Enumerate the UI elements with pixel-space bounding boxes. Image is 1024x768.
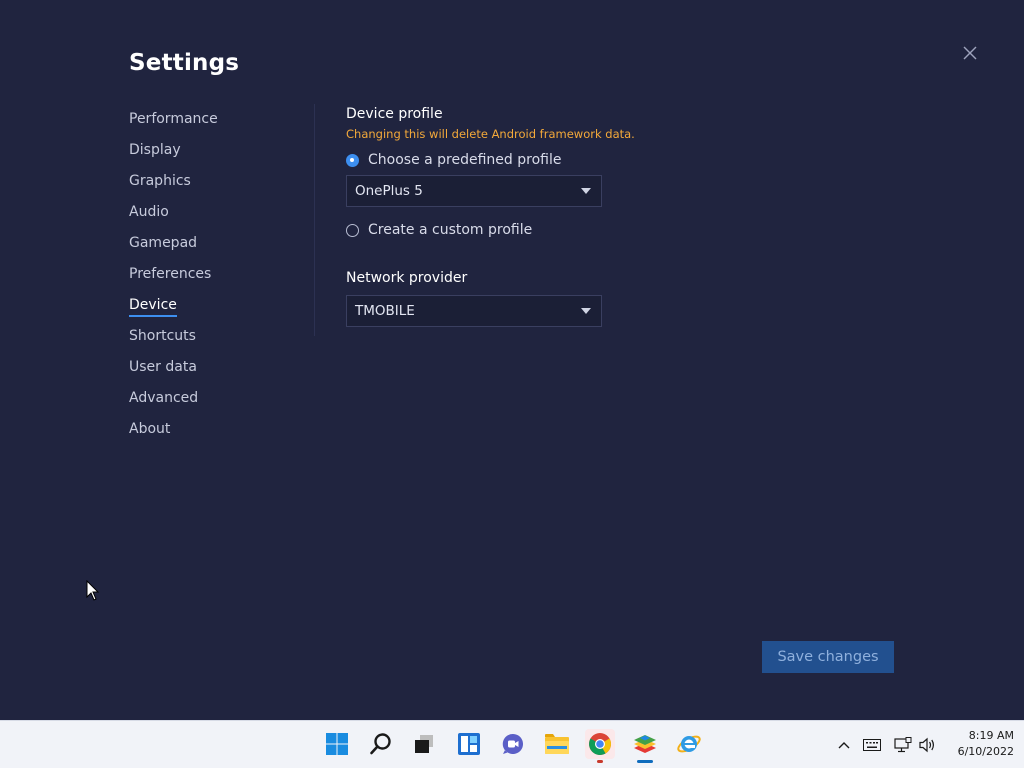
volume-icon bbox=[919, 737, 934, 753]
chrome-button[interactable] bbox=[585, 729, 615, 763]
sidebar-item-user-data[interactable]: User data bbox=[129, 356, 299, 387]
sidebar-item-gamepad[interactable]: Gamepad bbox=[129, 232, 299, 263]
sidebar-item-advanced[interactable]: Advanced bbox=[129, 387, 299, 418]
sidebar-item-shortcuts[interactable]: Shortcuts bbox=[129, 325, 299, 356]
sidebar-item-display[interactable]: Display bbox=[129, 139, 299, 170]
file-explorer-button[interactable] bbox=[542, 729, 572, 759]
windows-start-button[interactable] bbox=[322, 729, 352, 759]
chevron-up-icon bbox=[838, 742, 850, 749]
sidebar-item-performance[interactable]: Performance bbox=[129, 108, 299, 139]
custom-profile-label: Create a custom profile bbox=[368, 222, 533, 238]
chrome-running-indicator bbox=[597, 760, 603, 763]
keyboard-button[interactable] bbox=[862, 735, 882, 755]
chat-icon bbox=[502, 733, 523, 754]
bluestacks-icon bbox=[634, 735, 656, 753]
widgets-button[interactable] bbox=[454, 729, 484, 759]
clock-date: 6/10/2022 bbox=[957, 745, 1014, 758]
save-changes-button[interactable]: Save changes bbox=[762, 641, 894, 673]
page-title: Settings bbox=[129, 50, 240, 76]
bluestacks-button[interactable] bbox=[630, 729, 660, 763]
mouse-pointer-icon bbox=[86, 580, 100, 601]
internet-explorer-icon bbox=[677, 735, 701, 753]
volume-button[interactable] bbox=[918, 735, 938, 755]
bluestacks-active-indicator bbox=[637, 760, 653, 763]
custom-profile-option[interactable]: Create a custom profile bbox=[346, 220, 746, 240]
task-view-button[interactable] bbox=[409, 729, 439, 759]
clock[interactable]: 8:19 AM 6/10/2022 bbox=[944, 728, 1014, 760]
predefined-profile-radio[interactable] bbox=[346, 153, 359, 167]
widgets-icon bbox=[458, 733, 480, 755]
device-profile-dropdown[interactable]: OnePlus 5 bbox=[346, 175, 602, 207]
clock-time: 8:19 AM bbox=[968, 729, 1014, 742]
search-icon bbox=[370, 733, 391, 755]
device-profile-heading: Device profile bbox=[346, 106, 443, 122]
network-provider-heading: Network provider bbox=[346, 270, 468, 286]
custom-profile-radio[interactable] bbox=[346, 223, 359, 237]
network-icon bbox=[894, 737, 912, 753]
settings-sidebar: Performance Display Graphics Audio Gamep… bbox=[129, 108, 299, 449]
chrome-icon bbox=[589, 733, 611, 755]
internet-explorer-button[interactable] bbox=[674, 729, 704, 759]
device-settings-panel: Device profile Changing this will delete… bbox=[346, 104, 746, 327]
taskbar: 8:19 AM 6/10/2022 bbox=[0, 720, 1024, 768]
windows-start-icon bbox=[326, 733, 348, 755]
predefined-profile-label: Choose a predefined profile bbox=[368, 152, 562, 168]
device-profile-warning: Changing this will delete Android framew… bbox=[346, 127, 635, 141]
file-explorer-icon bbox=[545, 734, 569, 754]
sidebar-item-about[interactable]: About bbox=[129, 418, 299, 449]
search-button[interactable] bbox=[366, 729, 396, 759]
sidebar-item-device[interactable]: Device bbox=[129, 294, 299, 325]
task-view-icon bbox=[415, 735, 433, 753]
predefined-profile-option[interactable]: Choose a predefined profile bbox=[346, 150, 746, 170]
network-status-button[interactable] bbox=[893, 735, 913, 755]
sidebar-item-graphics[interactable]: Graphics bbox=[129, 170, 299, 201]
chevron-down-icon bbox=[581, 188, 591, 194]
sidebar-item-preferences[interactable]: Preferences bbox=[129, 263, 299, 294]
sidebar-divider bbox=[314, 104, 315, 336]
network-provider-value: TMOBILE bbox=[355, 303, 415, 319]
sidebar-item-audio[interactable]: Audio bbox=[129, 201, 299, 232]
device-profile-value: OnePlus 5 bbox=[355, 183, 423, 199]
show-hidden-icons-button[interactable] bbox=[834, 735, 854, 755]
close-icon bbox=[963, 46, 977, 60]
chat-button[interactable] bbox=[498, 729, 528, 759]
chevron-down-icon bbox=[581, 308, 591, 314]
network-provider-dropdown[interactable]: TMOBILE bbox=[346, 295, 602, 327]
keyboard-icon bbox=[863, 739, 881, 751]
close-button[interactable] bbox=[958, 41, 982, 65]
